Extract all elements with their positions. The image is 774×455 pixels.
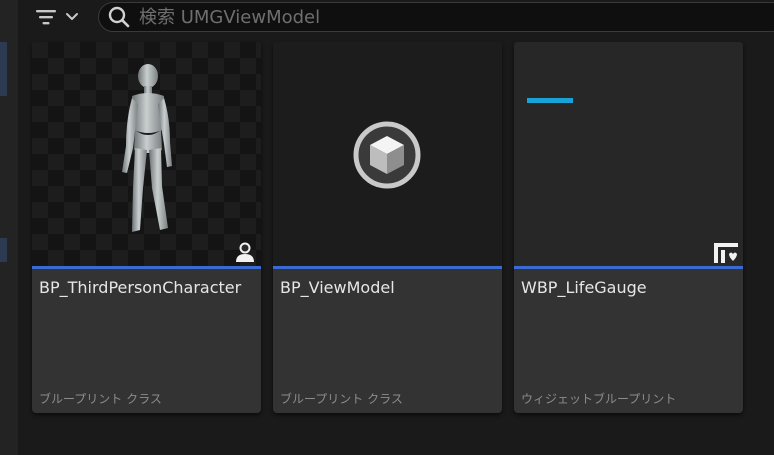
asset-type-color-bar: [514, 266, 743, 269]
asset-grid: BP_ThirdPersonCharacter ブループリント クラス BP_V…: [18, 36, 774, 455]
search-input[interactable]: [137, 5, 774, 29]
asset-tile[interactable]: BP_ViewModel ブループリント クラス: [273, 42, 502, 413]
asset-tile[interactable]: WBP_LifeGauge ウィジェットブループリント: [514, 42, 743, 413]
asset-thumbnail: [514, 42, 743, 266]
character-icon: [236, 242, 254, 262]
toolbar: [18, 0, 774, 36]
content-browser: BP_ThirdPersonCharacter ブループリント クラス BP_V…: [0, 0, 774, 455]
asset-type-label: ブループリント クラス: [39, 392, 162, 406]
asset-type-label: ウィジェットブループリント: [521, 392, 677, 406]
sources-panel-tab-selected: [0, 238, 7, 262]
asset-name: WBP_LifeGauge: [521, 278, 647, 297]
sources-panel-edge[interactable]: [0, 0, 19, 455]
asset-name: BP_ViewModel: [280, 278, 395, 297]
search-box[interactable]: [98, 2, 774, 32]
asset-type-color-bar: [32, 266, 261, 269]
sources-panel-tab: [0, 42, 7, 96]
chevron-down-icon: [66, 13, 78, 20]
asset-thumbnail: [32, 42, 261, 266]
widget-preview: [527, 98, 573, 103]
search-icon: [108, 6, 130, 28]
filter-icon: [36, 10, 56, 25]
cube-object-icon: [353, 121, 421, 189]
asset-name: BP_ThirdPersonCharacter: [39, 278, 242, 297]
asset-type-label: ブループリント クラス: [280, 392, 403, 406]
asset-tile[interactable]: BP_ThirdPersonCharacter ブループリント クラス: [32, 42, 261, 413]
widget-icon: [714, 243, 738, 263]
mannequin-preview: [122, 64, 172, 232]
asset-thumbnail: [273, 42, 502, 266]
asset-type-color-bar: [273, 266, 502, 269]
filter-button[interactable]: [34, 5, 90, 29]
